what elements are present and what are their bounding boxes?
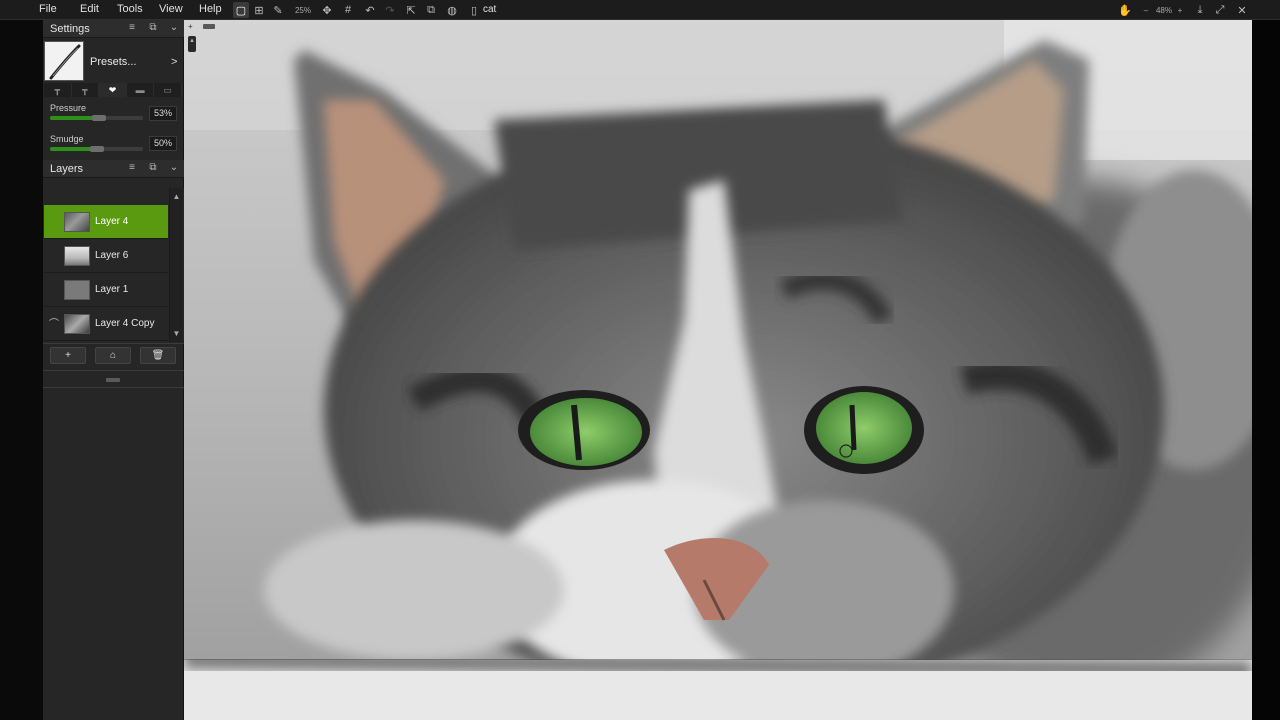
settings-title: Settings xyxy=(50,23,90,35)
visibility-icon[interactable] xyxy=(49,247,59,261)
menu-tools[interactable]: Tools xyxy=(117,3,143,15)
visibility-icon[interactable] xyxy=(49,281,59,295)
right-gutter xyxy=(1252,20,1280,720)
smudge-knob[interactable] xyxy=(89,146,104,152)
brush-size-readout: 25% xyxy=(294,5,311,15)
document-name: cat xyxy=(483,4,497,15)
painting-canvas[interactable] xyxy=(184,20,1252,720)
close-icon[interactable]: ✕ xyxy=(1234,2,1250,18)
visibility-icon[interactable] xyxy=(49,213,59,227)
pressure-label: Pressure xyxy=(50,103,87,113)
menu-icon[interactable]: ≡ xyxy=(125,22,139,36)
folder-icon[interactable]: ⌂ xyxy=(95,347,131,364)
grid-icon[interactable]: # xyxy=(340,2,356,18)
tool-tabs: ┳ ┳ ❤ ▬ ▭ xyxy=(44,83,182,97)
divider xyxy=(43,387,184,388)
cat-painting xyxy=(184,20,1252,720)
pen-icon[interactable]: ✎ xyxy=(270,2,286,18)
layer-thumbnail xyxy=(64,280,90,300)
layer-name: Layer 4 xyxy=(95,216,129,227)
canvas-single-icon[interactable]: ▢ xyxy=(233,2,249,18)
layer-scrollbar[interactable]: ▲ ▼ xyxy=(169,188,183,342)
presets-button[interactable]: Presets... xyxy=(90,56,136,68)
menu-icon[interactable]: ≡ xyxy=(125,162,139,176)
settings-header: Settings ≡ ⧉ ⌄ xyxy=(43,20,184,38)
layer-thumbnail xyxy=(64,314,90,334)
layer-name: Layer 6 xyxy=(95,250,129,261)
layers-header: Layers ≡ ⧉ ⌄ xyxy=(43,160,184,178)
pressure-slider[interactable] xyxy=(50,115,143,121)
trash-icon[interactable]: 🗑 xyxy=(140,347,176,364)
globe-icon[interactable]: ◍ xyxy=(444,2,460,18)
smudge-value[interactable]: 50% xyxy=(149,136,177,151)
menu-edit[interactable]: Edit xyxy=(80,3,99,15)
canvas-grid-icon[interactable]: ⊞ xyxy=(251,2,267,18)
export-icon[interactable]: ⇱ xyxy=(403,2,419,18)
canvas-corner-icon[interactable]: + xyxy=(188,22,196,31)
chevron-down-icon[interactable]: ⌄ xyxy=(167,22,181,36)
layer-row[interactable]: Layer 1 xyxy=(44,273,168,307)
layer-row[interactable]: ⌒ Layer 4 Copy xyxy=(44,307,168,341)
zoom-in-button[interactable]: + xyxy=(1172,2,1188,18)
gallery-icon[interactable]: ⧉ xyxy=(423,2,439,18)
download-icon[interactable]: ⤓ xyxy=(1192,2,1208,18)
layer-list: Layer 4 Layer 6 Layer 1 ⌒ Layer 4 Copy xyxy=(43,188,184,342)
tool-tab-5[interactable]: ▭ xyxy=(154,83,182,97)
zoom-out-button[interactable]: – xyxy=(1138,2,1154,18)
pressure-value[interactable]: 53% xyxy=(149,106,177,121)
add-layer-button[interactable]: + xyxy=(50,347,86,364)
layer-thumbnail xyxy=(64,246,90,266)
tool-tab-brush[interactable]: ❤ xyxy=(99,83,127,97)
tool-tab-1[interactable]: ┳ xyxy=(44,83,72,97)
fullscreen-icon[interactable]: ⤢ xyxy=(1212,2,1228,18)
layer-row[interactable]: Layer 6 xyxy=(44,239,168,273)
top-menu-bar: File Edit Tools View Help ▢ ⊞ ✎ 25% ✥ # … xyxy=(0,0,1280,20)
detach-icon[interactable]: ⧉ xyxy=(146,162,160,176)
tool-tab-2[interactable]: ┳ xyxy=(72,83,100,97)
layer-thumbnail xyxy=(64,212,90,232)
scroll-up-icon[interactable]: ▲ xyxy=(170,190,183,203)
tool-tab-4[interactable]: ▬ xyxy=(127,83,155,97)
layer-name: Layer 1 xyxy=(95,284,129,295)
divider xyxy=(43,343,184,344)
layer-row[interactable]: Layer 4 xyxy=(44,205,168,239)
left-panel: Settings ≡ ⧉ ⌄ Presets... > ┳ ┳ ❤ ▬ ▭ Pr… xyxy=(43,20,184,720)
lock-icon[interactable]: ▴ xyxy=(188,36,196,52)
smudge-label: Smudge xyxy=(50,134,84,144)
undo-icon[interactable]: ↶ xyxy=(362,2,378,18)
brush-preview[interactable] xyxy=(44,41,84,81)
scroll-down-icon[interactable]: ▼ xyxy=(170,327,183,340)
layer-buttons: + ⌂ 🗑 xyxy=(43,345,184,367)
canvas-drag-handle[interactable] xyxy=(203,24,215,29)
document-icon: ▯ xyxy=(470,4,478,17)
divider xyxy=(43,370,184,371)
detach-icon[interactable]: ⧉ xyxy=(146,22,160,36)
presets-arrow[interactable]: > xyxy=(171,56,177,68)
menu-view[interactable]: View xyxy=(159,3,183,15)
transform-icon[interactable]: ✥ xyxy=(319,2,335,18)
menu-file[interactable]: File xyxy=(39,3,57,15)
chevron-down-icon[interactable]: ⌄ xyxy=(167,162,181,176)
left-gutter xyxy=(0,20,43,720)
panel-resize-handle[interactable] xyxy=(106,378,120,382)
layers-title: Layers xyxy=(50,163,84,175)
link-icon[interactable]: ⌒ xyxy=(49,315,59,330)
pressure-knob[interactable] xyxy=(92,115,107,121)
hand-icon[interactable]: ✋ xyxy=(1117,2,1133,18)
menu-help[interactable]: Help xyxy=(199,3,222,15)
layer-name: Layer 4 Copy xyxy=(95,318,155,329)
redo-icon[interactable]: ↷ xyxy=(382,2,398,18)
smudge-slider[interactable] xyxy=(50,146,143,152)
